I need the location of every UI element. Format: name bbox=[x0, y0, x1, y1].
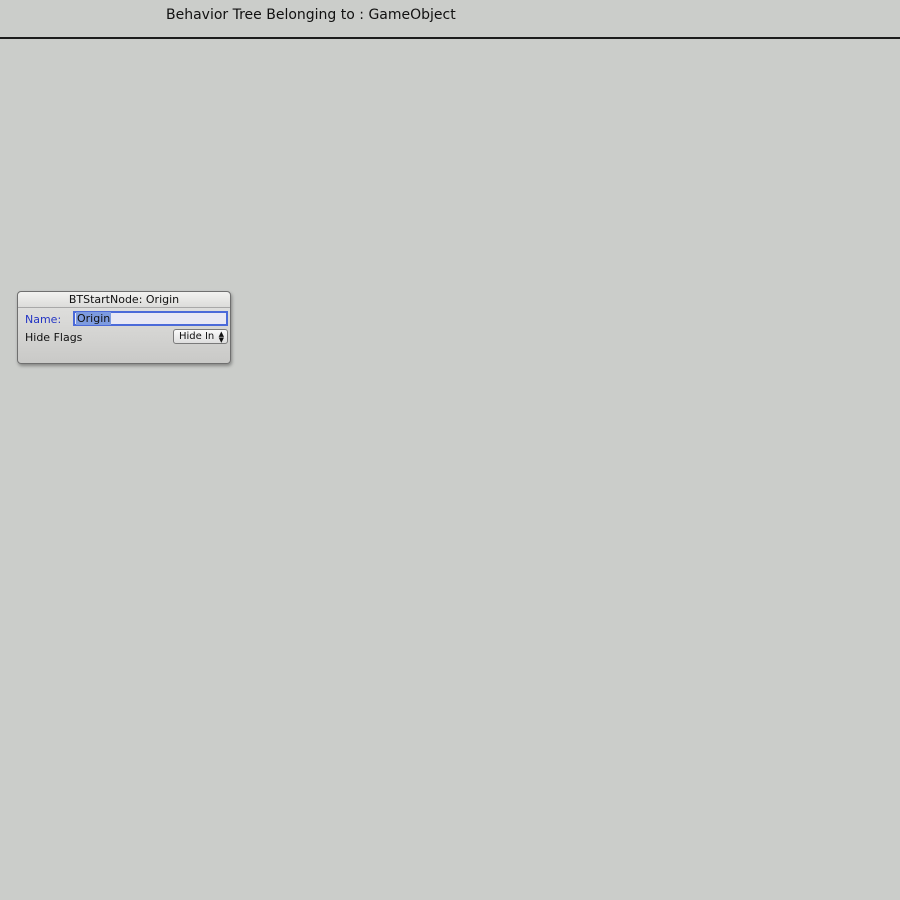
name-field[interactable]: Origin bbox=[73, 311, 228, 326]
name-label: Name: bbox=[25, 313, 62, 326]
node-title[interactable]: BTStartNode: Origin bbox=[18, 292, 230, 308]
hide-flags-value[interactable]: Hide In bbox=[179, 331, 214, 342]
behavior-tree-canvas[interactable] bbox=[0, 39, 900, 900]
header-title: Behavior Tree Belonging to : GameObject bbox=[166, 7, 456, 23]
header-bar: Behavior Tree Belonging to : GameObject bbox=[0, 0, 900, 39]
name-field-value[interactable]: Origin bbox=[76, 312, 112, 325]
hide-flags-label: Hide Flags bbox=[25, 331, 83, 344]
bt-start-node-window[interactable]: BTStartNode: Origin Name: Origin Hide Fl… bbox=[17, 291, 231, 364]
up-down-arrows-icon: ▲ ▼ bbox=[218, 330, 224, 344]
hide-flags-dropdown[interactable]: Hide In ▲ ▼ bbox=[173, 329, 228, 344]
